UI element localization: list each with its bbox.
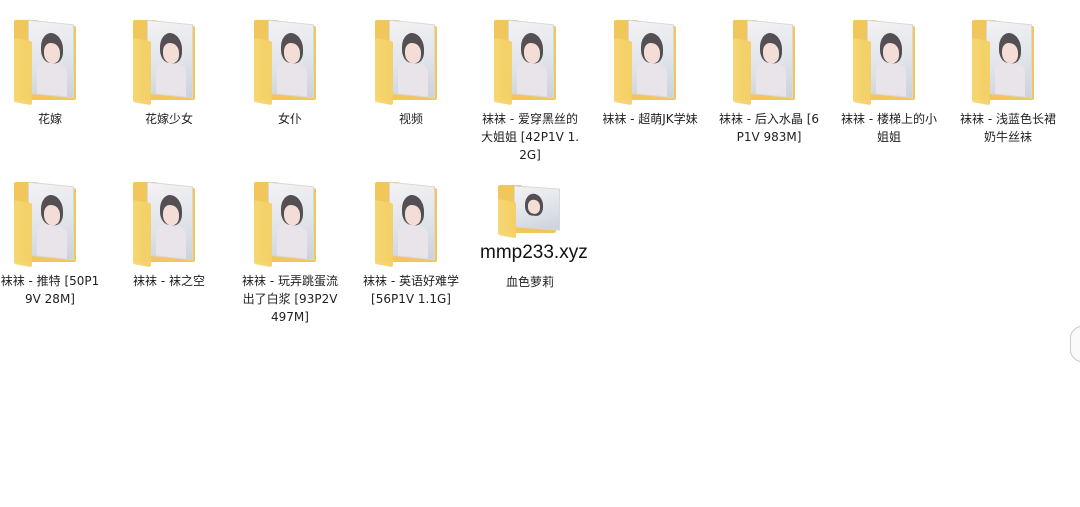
file-explorer-view: 花嫁 花嫁少女 女仆 视频 袜袜 - 爱穿黑丝的大姐姐 [42P1V 1.2G]… (0, 0, 1080, 507)
folder-item[interactable]: 袜袜 - 楼梯上的小姐姐 (834, 18, 944, 146)
folder-item[interactable]: 袜袜 - 爱穿黑丝的大姐姐 [42P1V 1.2G] (475, 18, 585, 164)
folder-item[interactable]: 袜袜 - 浅蓝色长裙奶牛丝袜 (953, 18, 1063, 146)
folder-icon (254, 18, 326, 106)
folder-label: 袜袜 - 玩弄跳蛋流出了白浆 [93P2V 497M] (242, 274, 338, 324)
folder-icon (733, 18, 805, 106)
folder-icon (133, 180, 205, 268)
folder-item[interactable]: 花嫁 (0, 18, 105, 128)
folder-label: 女仆 (277, 112, 302, 126)
folder-label: 花嫁少女 (144, 112, 193, 126)
scroll-handle[interactable] (1070, 326, 1080, 362)
folder-item[interactable]: 袜袜 - 后入水晶 [6P1V 983M] (714, 18, 824, 146)
folder-icon (133, 18, 205, 106)
folder-item[interactable]: 血色萝莉 (475, 183, 585, 291)
folder-icon (254, 180, 326, 268)
folder-item[interactable]: 袜袜 - 推特 [50P19V 28M] (0, 180, 105, 308)
folder-label: 花嫁 (37, 112, 62, 126)
folder-icon (14, 18, 86, 106)
folder-icon (972, 18, 1044, 106)
folder-label: 袜袜 - 楼梯上的小姐姐 (841, 112, 937, 144)
folder-label: 袜袜 - 推特 [50P19V 28M] (0, 274, 100, 306)
folder-icon (498, 183, 562, 239)
folder-item[interactable]: 袜袜 - 袜之空 (114, 180, 224, 290)
folder-icon (375, 180, 447, 268)
folder-icon (494, 18, 566, 106)
folder-item[interactable]: 花嫁少女 (114, 18, 224, 128)
folder-icon (14, 180, 86, 268)
folder-label: 袜袜 - 袜之空 (133, 274, 205, 288)
folder-label: 袜袜 - 英语好难学 [56P1V 1.1G] (363, 274, 459, 306)
folder-icon (375, 18, 447, 106)
folder-item[interactable]: 袜袜 - 英语好难学 [56P1V 1.1G] (356, 180, 466, 308)
folder-label: 袜袜 - 爱穿黑丝的大姐姐 [42P1V 1.2G] (480, 112, 580, 162)
folder-label: 袜袜 - 后入水晶 [6P1V 983M] (718, 112, 820, 144)
folder-icon (614, 18, 686, 106)
watermark-text: mmp233.xyz (480, 242, 588, 263)
folder-label: 视频 (398, 112, 423, 126)
folder-item[interactable]: 袜袜 - 超萌JK学妹 (595, 18, 705, 128)
folder-label: 袜袜 - 超萌JK学妹 (602, 112, 698, 126)
folder-item[interactable]: 袜袜 - 玩弄跳蛋流出了白浆 [93P2V 497M] (235, 180, 345, 326)
folder-icon (853, 18, 925, 106)
folder-label: 袜袜 - 浅蓝色长裙奶牛丝袜 (960, 112, 1056, 144)
folder-label: 血色萝莉 (505, 275, 554, 289)
folder-item[interactable]: 视频 (356, 18, 466, 128)
folder-item[interactable]: 女仆 (235, 18, 345, 128)
